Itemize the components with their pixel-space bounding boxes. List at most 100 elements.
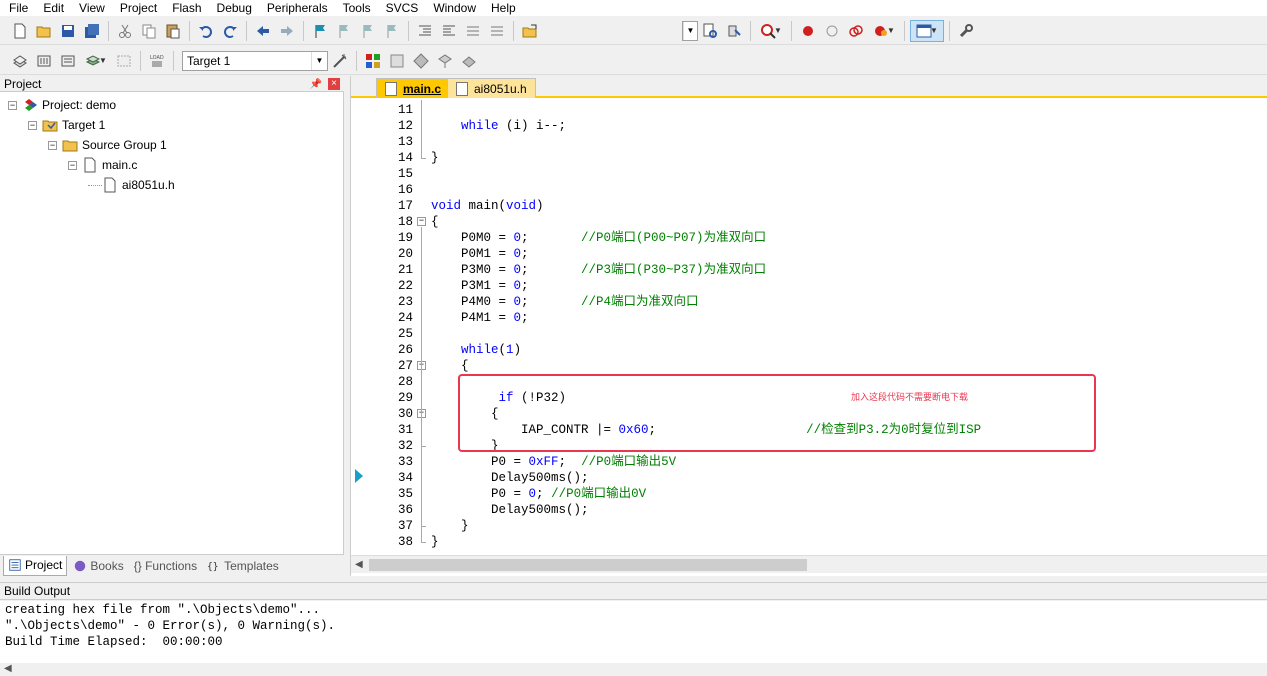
- scroll-left-icon[interactable]: ◀: [4, 663, 12, 674]
- code-line[interactable]: 18 {−: [351, 214, 1267, 230]
- insert-breakpoint-button[interactable]: [797, 20, 819, 42]
- scroll-left-icon[interactable]: ◀: [355, 559, 363, 570]
- code-line[interactable]: 37 }: [351, 518, 1267, 534]
- code-line[interactable]: 25: [351, 326, 1267, 342]
- code-line[interactable]: 11: [351, 102, 1267, 118]
- tree-node-project[interactable]: − Project: demo: [8, 96, 116, 114]
- code-line[interactable]: 35 P0 = 0; //P0端口输出0V: [351, 486, 1267, 502]
- tab-project[interactable]: Project: [3, 555, 68, 576]
- save-all-button[interactable]: [81, 20, 103, 42]
- next-bookmark-button[interactable]: [357, 20, 379, 42]
- tree-node-source-group[interactable]: − Source Group 1: [48, 136, 167, 154]
- save-button[interactable]: [57, 20, 79, 42]
- code-line[interactable]: 27 {−: [351, 358, 1267, 374]
- code-line[interactable]: 22 P3M1 = 0;: [351, 278, 1267, 294]
- code-line[interactable]: 20 P0M1 = 0;: [351, 246, 1267, 262]
- find-button[interactable]: [699, 20, 721, 42]
- stop-build-button[interactable]: [113, 50, 135, 72]
- menu-tools[interactable]: Tools: [334, 1, 377, 15]
- new-file-button[interactable]: [9, 20, 31, 42]
- pin-icon[interactable]: 📌: [310, 77, 322, 93]
- code-line[interactable]: 38}: [351, 534, 1267, 550]
- tab-functions[interactable]: {} Functions: [130, 556, 201, 576]
- code-line[interactable]: 24 P4M1 = 0;: [351, 310, 1267, 326]
- close-icon[interactable]: ×: [328, 78, 340, 90]
- menu-project[interactable]: Project: [111, 1, 163, 15]
- paste-button[interactable]: [162, 20, 184, 42]
- menu-flash[interactable]: Flash: [163, 1, 207, 15]
- select-packs-button[interactable]: [386, 50, 408, 72]
- find-combo[interactable]: ▼: [682, 20, 698, 41]
- horizontal-scrollbar[interactable]: ◀: [351, 555, 1267, 573]
- download-button[interactable]: LOAD: [146, 50, 168, 72]
- build-output[interactable]: creating hex file from ".\Objects\demo".…: [0, 601, 1267, 663]
- unindent-button[interactable]: [438, 20, 460, 42]
- code-line[interactable]: 14}: [351, 150, 1267, 166]
- software-packs-button[interactable]: [458, 50, 480, 72]
- menu-view[interactable]: View: [70, 1, 111, 15]
- target-select[interactable]: Target 1 ▼: [182, 50, 328, 71]
- code-line[interactable]: 15: [351, 166, 1267, 182]
- redo-button[interactable]: [219, 20, 241, 42]
- menu-window[interactable]: Window: [424, 1, 482, 15]
- clear-bookmarks-button[interactable]: [381, 20, 403, 42]
- disable-all-breakpoints-button[interactable]: [845, 20, 867, 42]
- menu-edit[interactable]: Edit: [34, 1, 70, 15]
- target-options-button[interactable]: [329, 50, 351, 72]
- manage-project-items-button[interactable]: [362, 50, 384, 72]
- rebuild-button[interactable]: [57, 50, 79, 72]
- copy-button[interactable]: [138, 20, 160, 42]
- build-horizontal-scrollbar[interactable]: ◀: [0, 663, 1267, 676]
- pack-installer-button[interactable]: [434, 50, 456, 72]
- undo-button[interactable]: [195, 20, 217, 42]
- menu-svcs[interactable]: SVCS: [377, 1, 425, 15]
- indent-button[interactable]: [414, 20, 436, 42]
- code-line[interactable]: 12 while (i) i--;: [351, 118, 1267, 134]
- code-line[interactable]: 23 P4M0 = 0; //P4端口为准双向口: [351, 294, 1267, 310]
- tree-node-ai8051u-h[interactable]: ai8051u.h: [88, 176, 175, 194]
- cut-button[interactable]: [114, 20, 136, 42]
- code-line[interactable]: 19 P0M0 = 0; //P0端口(P00~P07)为准双向口: [351, 230, 1267, 246]
- tree-node-main-c[interactable]: − main.c: [68, 156, 137, 174]
- collapse-icon[interactable]: −: [8, 100, 17, 110]
- code-line[interactable]: 13: [351, 134, 1267, 150]
- incremental-find-button[interactable]: [723, 20, 745, 42]
- tab-main-c[interactable]: main.c: [376, 78, 451, 98]
- code-line[interactable]: 16: [351, 182, 1267, 198]
- tree-node-target[interactable]: − Target 1: [28, 116, 105, 134]
- build-button[interactable]: [33, 50, 55, 72]
- open-file-button[interactable]: [33, 20, 55, 42]
- batch-build-button[interactable]: ▼: [81, 50, 111, 72]
- fold-toggle-icon[interactable]: −: [417, 217, 426, 226]
- menu-debug[interactable]: Debug: [208, 1, 258, 15]
- code-line[interactable]: 33 P0 = 0xFF; //P0端口输出5V: [351, 454, 1267, 470]
- comment-button[interactable]: [462, 20, 484, 42]
- menu-peripherals[interactable]: Peripherals: [258, 1, 334, 15]
- find-in-files-button[interactable]: [519, 20, 541, 42]
- window-layout-button[interactable]: ▼: [910, 19, 944, 42]
- code-line[interactable]: 21 P3M0 = 0; //P3端口(P30~P37)为准双向口: [351, 262, 1267, 278]
- code-line[interactable]: 36 Delay500ms();: [351, 502, 1267, 518]
- scroll-thumb[interactable]: [369, 559, 807, 571]
- nav-forward-button[interactable]: [276, 20, 298, 42]
- collapse-icon[interactable]: −: [68, 160, 77, 170]
- translate-button[interactable]: [9, 50, 31, 72]
- tab-templates[interactable]: {} Templates: [203, 556, 283, 576]
- nav-back-button[interactable]: [252, 20, 274, 42]
- code-line[interactable]: 34 Delay500ms();: [351, 470, 1267, 486]
- bookmark-button[interactable]: [309, 20, 331, 42]
- code-line[interactable]: 17 void main(void): [351, 198, 1267, 214]
- menu-help[interactable]: Help: [482, 1, 522, 15]
- manage-rte-button[interactable]: [410, 50, 432, 72]
- kill-breakpoints-button[interactable]: ▼: [869, 20, 899, 42]
- collapse-icon[interactable]: −: [48, 140, 57, 150]
- tab-ai8051u-h[interactable]: ai8051u.h: [447, 78, 536, 98]
- enable-breakpoint-button[interactable]: [821, 20, 843, 42]
- configure-button[interactable]: [955, 20, 977, 42]
- menu-file[interactable]: File: [0, 1, 34, 15]
- code-line[interactable]: 26 while(1): [351, 342, 1267, 358]
- debug-session-button[interactable]: ▼: [756, 20, 786, 42]
- uncomment-button[interactable]: [486, 20, 508, 42]
- code-area[interactable]: 11 12 while (i) i--; 13 14} 15 16 17 void main(…: [351, 100, 1267, 555]
- prev-bookmark-button[interactable]: [333, 20, 355, 42]
